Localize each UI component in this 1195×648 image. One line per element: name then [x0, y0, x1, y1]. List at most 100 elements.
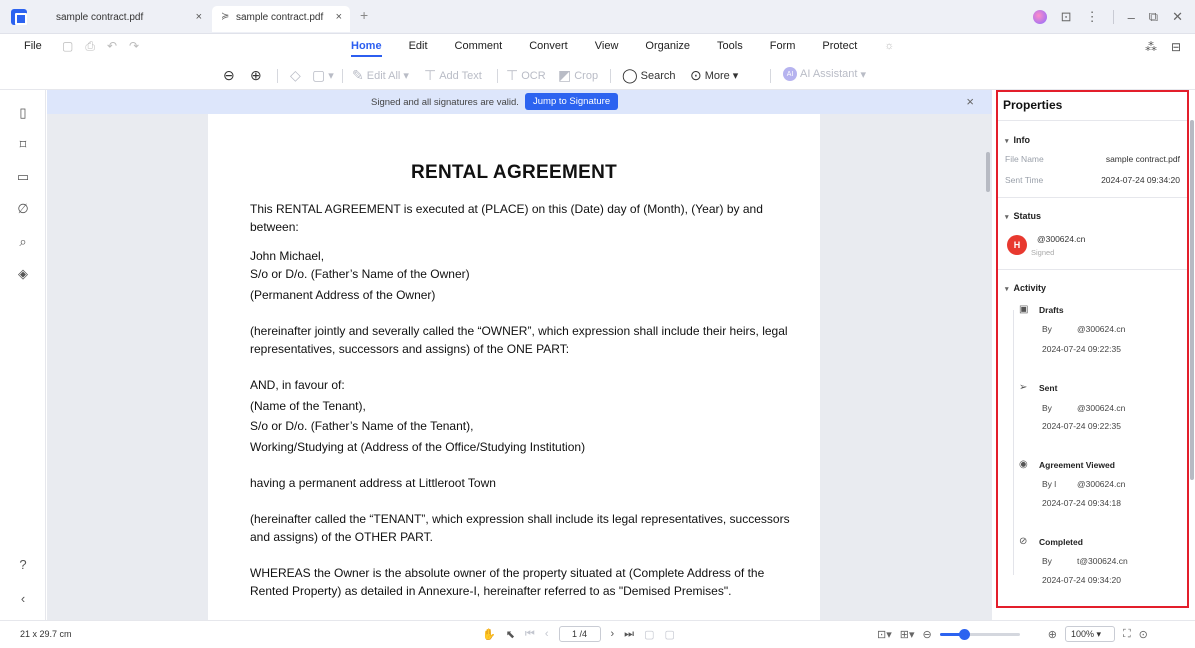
feedback-icon[interactable]: ⊡ — [1061, 9, 1072, 25]
check-circle-icon: ⊘ — [1019, 536, 1028, 547]
divider — [277, 69, 278, 83]
more-icon: ⊙ — [690, 67, 702, 83]
comment-icon[interactable]: ▭ — [14, 168, 32, 186]
collapse-sidebar-icon[interactable]: ‹ — [14, 590, 32, 608]
quick-access-toolbar: ▢ ⎙ ↶ ↷ — [62, 39, 139, 54]
doc-paragraph: (Permanent Address of the Owner) — [250, 288, 436, 302]
info-section-toggle[interactable]: ▾ Info — [1005, 135, 1030, 145]
ai-icon: AI — [783, 67, 797, 81]
edit-all-button[interactable]: ✎ Edit All ▾ — [352, 67, 409, 84]
panel-toggle-icon[interactable]: ⊟ — [1171, 40, 1181, 54]
restore-button[interactable]: ⧉ — [1149, 9, 1158, 25]
first-page-icon[interactable]: ⏮ — [525, 628, 535, 641]
zoom-in-icon[interactable]: ⊕ — [250, 67, 262, 84]
menu-convert[interactable]: Convert — [529, 40, 568, 57]
menu-comment[interactable]: Comment — [455, 40, 503, 57]
account-avatar-icon[interactable] — [1032, 10, 1047, 24]
highlight-icon[interactable]: ◇ — [290, 67, 301, 84]
next-page-icon[interactable]: › — [611, 628, 615, 640]
panel-scrollbar[interactable] — [1190, 120, 1194, 480]
add-text-icon: ⊤ — [424, 67, 437, 83]
fullscreen-icon[interactable]: ⛶ — [1123, 628, 1131, 641]
hand-tool-icon[interactable]: ✋ — [482, 628, 496, 641]
zoom-out-icon[interactable]: ⊖ — [223, 67, 235, 84]
document-viewer: Signed and all signatures are valid. Jum… — [47, 90, 992, 620]
redo-icon[interactable]: ↷ — [129, 39, 139, 54]
document-scrollbar[interactable] — [984, 114, 992, 620]
file-menu[interactable]: File — [24, 40, 42, 52]
doc-paragraph: (hereinafter called the “TENANT”, which … — [250, 512, 790, 544]
zoom-slider[interactable] — [939, 628, 1020, 640]
ribbon-tabs: Home Edit Comment Convert View Organize … — [351, 40, 921, 57]
activity-time: 2024-07-24 09:34:18 — [1042, 498, 1121, 508]
menu-home[interactable]: Home — [351, 40, 382, 57]
settings-icon[interactable]: ⊙ — [1139, 628, 1148, 641]
ocr-button[interactable]: ⊤ OCR — [506, 67, 546, 84]
tab-sample-contract-2[interactable]: ≽ sample contract.pdf × — [212, 6, 350, 32]
search-icon[interactable]: ⌕ — [14, 233, 32, 251]
document-title: RENTAL AGREEMENT — [410, 162, 618, 183]
add-text-label: Add Text — [439, 69, 482, 82]
bookmark-icon[interactable]: ⌑ — [14, 136, 32, 154]
undo-icon[interactable]: ↶ — [107, 39, 117, 54]
print-icon[interactable]: ⎙ — [85, 39, 95, 54]
tab-close-icon[interactable]: × — [196, 11, 202, 23]
minimize-button[interactable]: – — [1128, 10, 1135, 25]
fit-page-icon[interactable]: ⊡▾ — [877, 628, 892, 641]
doc-paragraph: Working/Studying at (Address of the Offi… — [250, 440, 586, 454]
single-page-view-icon[interactable]: ▢ — [644, 628, 654, 641]
share-icon[interactable]: ⁂ — [1145, 40, 1157, 54]
eye-icon: ◉ — [1019, 459, 1028, 470]
search-button[interactable]: ◯ Search — [622, 67, 676, 84]
zoom-level-select[interactable]: 100% ▾ — [1064, 626, 1115, 642]
activity-title: Sent — [1039, 383, 1058, 393]
help-icon[interactable]: ? — [14, 556, 32, 574]
search-label: Search — [640, 69, 676, 82]
divider — [1112, 10, 1114, 24]
menu-protect[interactable]: Protect — [822, 40, 857, 57]
jump-to-signature-button[interactable]: Jump to Signature — [525, 93, 619, 110]
page-thumbnails-icon[interactable]: ▯ — [14, 104, 32, 122]
menu-tools[interactable]: Tools — [717, 40, 743, 57]
crop-label: Crop — [574, 69, 599, 82]
activity-time: 2024-07-24 09:34:20 — [1042, 575, 1121, 585]
close-banner-icon[interactable]: × — [966, 94, 974, 109]
last-page-icon[interactable]: ⏭ — [624, 628, 634, 641]
doc-paragraph: having a permanent address at Littleroot… — [250, 476, 496, 490]
add-text-button[interactable]: ⊤ Add Text — [424, 67, 482, 84]
tab-sample-contract-1[interactable]: sample contract.pdf × — [34, 6, 210, 32]
close-window-button[interactable]: ✕ — [1172, 9, 1183, 25]
zoom-out-icon[interactable]: ⊖ — [923, 628, 932, 641]
signer-state: Signed — [1031, 248, 1055, 257]
more-options-icon[interactable]: ⋮ — [1086, 9, 1099, 25]
menu-edit[interactable]: Edit — [409, 40, 428, 57]
more-button[interactable]: ⊙ More ▾ — [690, 67, 738, 84]
shape-dropdown-icon[interactable]: ▢ ▾ — [312, 67, 334, 84]
divider — [497, 69, 498, 83]
add-tab-button[interactable]: + — [360, 7, 368, 23]
page-number-input[interactable]: 1 /4 — [558, 626, 601, 642]
zoom-slider-handle[interactable] — [958, 628, 970, 640]
activity-timeline-line — [1013, 310, 1014, 575]
ai-assistant-button[interactable]: AI AI Assistant ▾ — [783, 67, 866, 81]
ocr-icon: ⊤ — [506, 67, 519, 83]
tab-close-icon[interactable]: × — [336, 11, 342, 23]
divider — [610, 69, 611, 83]
save-icon[interactable]: ▢ — [62, 39, 73, 54]
activity-section-toggle[interactable]: ▾ Activity — [1005, 283, 1046, 293]
page-layout-icon[interactable]: ⊞▾ — [900, 628, 915, 641]
select-tool-icon[interactable]: ⬉ — [506, 628, 515, 641]
menu-form[interactable]: Form — [770, 40, 796, 57]
layers-icon[interactable]: ◈ — [14, 265, 32, 283]
menu-view[interactable]: View — [595, 40, 619, 57]
app-logo-icon — [11, 9, 27, 25]
tips-icon[interactable]: ☼ — [884, 40, 894, 57]
crop-button[interactable]: ◩ Crop — [558, 67, 598, 84]
status-section-toggle[interactable]: ▾ Status — [1005, 211, 1041, 221]
two-page-view-icon[interactable]: ▢ — [664, 628, 674, 641]
zoom-in-icon[interactable]: ⊕ — [1048, 628, 1057, 641]
menu-organize[interactable]: Organize — [645, 40, 690, 57]
scroll-thumb[interactable] — [986, 152, 990, 192]
previous-page-icon[interactable]: ‹ — [545, 628, 549, 640]
attachment-icon[interactable]: ∅ — [14, 200, 32, 218]
